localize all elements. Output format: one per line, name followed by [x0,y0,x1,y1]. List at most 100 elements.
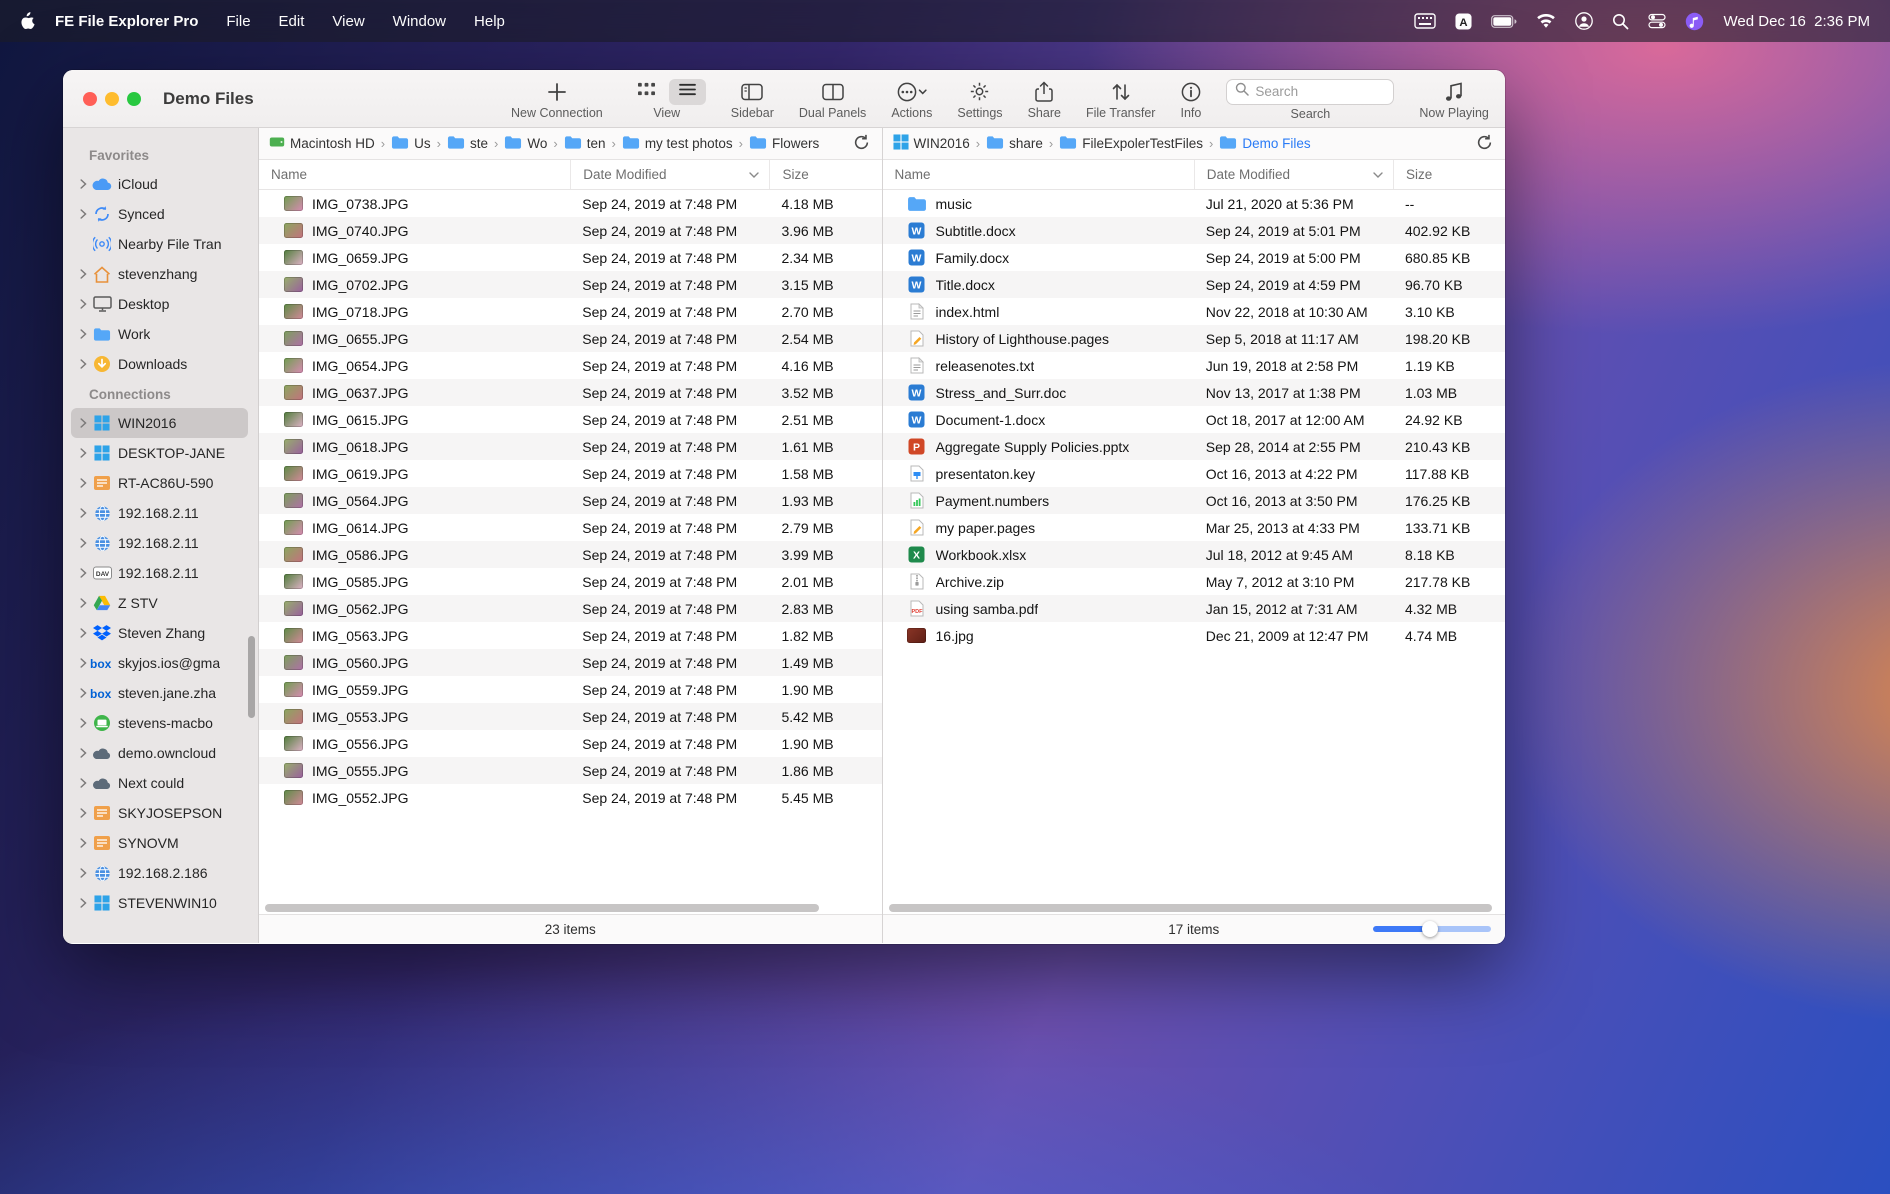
apple-menu-icon[interactable] [20,12,35,30]
file-row-img-0702-jpg[interactable]: IMG_0702.JPG Sep 24, 2019 at 7:48 PM 3.1… [259,271,882,298]
chevron-right-icon[interactable] [77,209,90,219]
file-row-img-0585-jpg[interactable]: IMG_0585.JPG Sep 24, 2019 at 7:48 PM 2.0… [259,568,882,595]
chevron-right-icon[interactable] [77,898,90,908]
scrollbar-thumb[interactable] [265,904,819,912]
column-header-size[interactable]: Size [769,160,881,189]
chevron-right-icon[interactable] [77,359,90,369]
column-header-date-modified[interactable]: Date Modified [1194,160,1393,189]
sidebar-item-stevens-macbo[interactable]: stevens-macbo [71,708,248,738]
breadcrumb-item-share[interactable]: share [986,135,1043,153]
share-button[interactable]: Share [1028,80,1061,120]
file-row-img-0718-jpg[interactable]: IMG_0718.JPG Sep 24, 2019 at 7:48 PM 2.7… [259,298,882,325]
sidebar-item-demo-owncloud[interactable]: demo.owncloud [71,738,248,768]
sidebar-item-icloud[interactable]: iCloud [71,169,248,199]
chevron-right-icon[interactable] [77,778,90,788]
file-row-img-0563-jpg[interactable]: IMG_0563.JPG Sep 24, 2019 at 7:48 PM 1.8… [259,622,882,649]
new-connection-button[interactable]: New Connection [511,80,603,120]
search-field[interactable] [1226,79,1394,105]
zoom-button[interactable] [127,92,141,106]
chevron-right-icon[interactable] [77,478,90,488]
file-row-document-1-docx[interactable]: W Document-1.docx Oct 18, 2017 at 12:00 … [883,406,1506,433]
breadcrumb-item-fileexpolertestfiles[interactable]: FileExpolerTestFiles [1059,135,1203,153]
slider-knob[interactable] [1422,921,1438,937]
file-row-img-0619-jpg[interactable]: IMG_0619.JPG Sep 24, 2019 at 7:48 PM 1.5… [259,460,882,487]
file-row-img-0564-jpg[interactable]: IMG_0564.JPG Sep 24, 2019 at 7:48 PM 1.9… [259,487,882,514]
breadcrumb-item-my-test-photos[interactable]: my test photos [622,135,733,153]
minimize-button[interactable] [105,92,119,106]
battery-icon[interactable] [1491,15,1517,28]
column-header-size[interactable]: Size [1393,160,1505,189]
file-row-using-samba-pdf[interactable]: PDF using samba.pdf Jan 15, 2012 at 7:31… [883,595,1506,622]
sidebar-item-stevenzhang[interactable]: stevenzhang [71,259,248,289]
file-row-subtitle-docx[interactable]: W Subtitle.docx Sep 24, 2019 at 5:01 PM … [883,217,1506,244]
menu-window[interactable]: Window [393,13,446,30]
chevron-right-icon[interactable] [77,508,90,518]
sidebar-item-stevenwin10[interactable]: STEVENWIN10 [71,888,248,918]
file-row-aggregate-supply-policies-pptx[interactable]: P Aggregate Supply Policies.pptx Sep 28,… [883,433,1506,460]
column-header-name[interactable]: Name [259,160,570,189]
file-row-img-0555-jpg[interactable]: IMG_0555.JPG Sep 24, 2019 at 7:48 PM 1.8… [259,757,882,784]
breadcrumb-item-ten[interactable]: ten [564,135,606,153]
sidebar-item-rt-ac86u-590[interactable]: RT-AC86U-590 [71,468,248,498]
refresh-button[interactable] [1476,134,1493,154]
scrollbar-thumb[interactable] [889,904,1493,912]
settings-button[interactable]: Settings [957,80,1002,120]
icon-size-slider[interactable] [1373,921,1491,937]
chevron-right-icon[interactable] [77,538,90,548]
menu-file[interactable]: File [226,13,250,30]
file-row-stress-and-surr-doc[interactable]: W Stress_and_Surr.doc Nov 13, 2017 at 1:… [883,379,1506,406]
menu-edit[interactable]: Edit [279,13,305,30]
chevron-right-icon[interactable] [77,179,90,189]
sidebar-item-next-could[interactable]: Next could [71,768,248,798]
chevron-right-icon[interactable] [77,628,90,638]
file-row-img-0740-jpg[interactable]: IMG_0740.JPG Sep 24, 2019 at 7:48 PM 3.9… [259,217,882,244]
file-row-img-0738-jpg[interactable]: IMG_0738.JPG Sep 24, 2019 at 7:48 PM 4.1… [259,190,882,217]
chevron-right-icon[interactable] [77,658,90,668]
file-row-presentaton-key[interactable]: presentaton.key Oct 16, 2013 at 4:22 PM … [883,460,1506,487]
sidebar-item-desktop[interactable]: Desktop [71,289,248,319]
chevron-right-icon[interactable] [77,299,90,309]
chevron-right-icon[interactable] [77,598,90,608]
file-row-img-0654-jpg[interactable]: IMG_0654.JPG Sep 24, 2019 at 7:48 PM 4.1… [259,352,882,379]
control-center-icon[interactable] [1648,12,1666,30]
file-row-img-0586-jpg[interactable]: IMG_0586.JPG Sep 24, 2019 at 7:48 PM 3.9… [259,541,882,568]
breadcrumb-item-win2016[interactable]: WIN2016 [893,134,970,153]
chevron-right-icon[interactable] [77,808,90,818]
sidebar-item-desktop-jane[interactable]: DESKTOP-JANE [71,438,248,468]
horizontal-scrollbar[interactable] [259,901,882,914]
chevron-right-icon[interactable] [77,838,90,848]
file-row-img-0659-jpg[interactable]: IMG_0659.JPG Sep 24, 2019 at 7:48 PM 2.3… [259,244,882,271]
spotlight-search-icon[interactable] [1612,13,1629,30]
column-header-name[interactable]: Name [883,160,1194,189]
file-row-archive-zip[interactable]: Archive.zip May 7, 2012 at 3:10 PM 217.7… [883,568,1506,595]
sidebar-item-win2016[interactable]: WIN2016 [71,408,248,438]
file-row-img-0614-jpg[interactable]: IMG_0614.JPG Sep 24, 2019 at 7:48 PM 2.7… [259,514,882,541]
keyboard-icon[interactable] [1414,13,1436,29]
file-row-img-0655-jpg[interactable]: IMG_0655.JPG Sep 24, 2019 at 7:48 PM 2.5… [259,325,882,352]
grid-view-button[interactable] [628,78,665,106]
file-row-img-0552-jpg[interactable]: IMG_0552.JPG Sep 24, 2019 at 7:48 PM 5.4… [259,784,882,811]
sidebar-toggle-button[interactable]: Sidebar [731,80,774,120]
sidebar-item-work[interactable]: Work [71,319,248,349]
horizontal-scrollbar[interactable] [883,901,1506,914]
file-row-index-html[interactable]: index.html Nov 22, 2018 at 10:30 AM 3.10… [883,298,1506,325]
now-playing-button[interactable]: Now Playing [1419,80,1488,120]
file-row-img-0556-jpg[interactable]: IMG_0556.JPG Sep 24, 2019 at 7:48 PM 1.9… [259,730,882,757]
list-view-button[interactable] [669,79,706,105]
file-row-img-0553-jpg[interactable]: IMG_0553.JPG Sep 24, 2019 at 7:48 PM 5.4… [259,703,882,730]
file-row-history-of-lighthouse-pages[interactable]: History of Lighthouse.pages Sep 5, 2018 … [883,325,1506,352]
file-row-title-docx[interactable]: W Title.docx Sep 24, 2019 at 4:59 PM 96.… [883,271,1506,298]
file-transfer-button[interactable]: File Transfer [1086,80,1155,120]
wifi-icon[interactable] [1536,14,1556,29]
file-row-img-0562-jpg[interactable]: IMG_0562.JPG Sep 24, 2019 at 7:48 PM 2.8… [259,595,882,622]
chevron-right-icon[interactable] [77,718,90,728]
close-button[interactable] [83,92,97,106]
chevron-right-icon[interactable] [77,418,90,428]
sidebar-item-192-168-2-11[interactable]: 192.168.2.11 [71,498,248,528]
column-header-date-modified[interactable]: Date Modified [570,160,769,189]
chevron-right-icon[interactable] [77,688,90,698]
search-input[interactable] [1255,84,1385,99]
chevron-right-icon[interactable] [77,748,90,758]
account-icon[interactable] [1575,12,1593,30]
file-row-img-0559-jpg[interactable]: IMG_0559.JPG Sep 24, 2019 at 7:48 PM 1.9… [259,676,882,703]
